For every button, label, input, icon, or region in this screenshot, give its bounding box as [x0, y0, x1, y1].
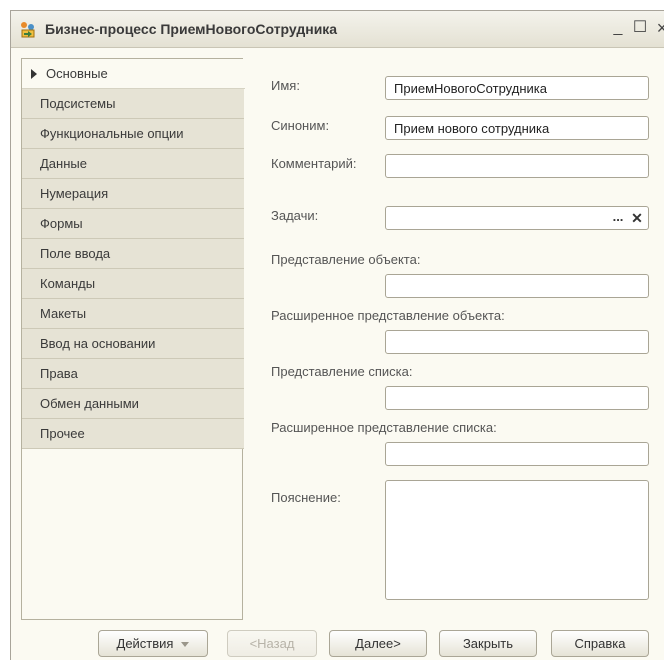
- back-button[interactable]: <Назад: [227, 630, 317, 657]
- help-button[interactable]: Справка: [551, 630, 649, 657]
- name-input[interactable]: [385, 76, 649, 100]
- window-content: Основные Подсистемы Функциональные опции…: [11, 48, 664, 660]
- nav-item-rights[interactable]: Права: [22, 359, 244, 389]
- wizard-button-bar: Действия <Назад Далее> Закрыть Справка: [11, 624, 664, 660]
- explanation-label: Пояснение:: [271, 490, 341, 505]
- nav-item-label: Формы: [40, 216, 83, 231]
- nav-item-input-by-string[interactable]: Ввод на основании: [22, 329, 244, 359]
- nav-item-label: Прочее: [40, 426, 85, 441]
- nav-item-subsystems[interactable]: Подсистемы: [22, 89, 244, 119]
- name-label: Имя:: [271, 78, 300, 93]
- minimize-button[interactable]: _: [607, 17, 629, 39]
- nav-item-label: Ввод на основании: [40, 336, 156, 351]
- nav-item-commands[interactable]: Команды: [22, 269, 244, 299]
- window-title: Бизнес-процесс ПриемНовогоСотрудника: [45, 21, 338, 37]
- tasks-field: ... ✕: [385, 206, 649, 230]
- tasks-input[interactable]: [386, 207, 604, 229]
- actions-dropdown-button[interactable]: Действия: [98, 630, 208, 657]
- nav-item-input-field[interactable]: Поле ввода: [22, 239, 244, 269]
- main-properties-form: Имя: Синоним: Комментарий: Задачи: ... ✕…: [243, 58, 664, 620]
- nav-item-label: Нумерация: [40, 186, 109, 201]
- business-process-icon: [21, 22, 35, 38]
- ext-object-presentation-label: Расширенное представление объекта:: [271, 308, 505, 323]
- clear-icon[interactable]: ✕: [628, 208, 646, 228]
- nav-item-numbering[interactable]: Нумерация: [22, 179, 244, 209]
- active-arrow-icon: [31, 69, 37, 79]
- nav-item-other[interactable]: Прочее: [22, 419, 244, 449]
- ext-list-presentation-input[interactable]: [385, 442, 649, 466]
- close-button[interactable]: Закрыть: [439, 630, 537, 657]
- comment-label: Комментарий:: [271, 156, 357, 171]
- nav-item-functional-options[interactable]: Функциональные опции: [22, 119, 244, 149]
- nav-item-label: Подсистемы: [40, 96, 116, 111]
- comment-input[interactable]: [385, 154, 649, 178]
- explanation-textarea[interactable]: [385, 480, 649, 600]
- ext-object-presentation-input[interactable]: [385, 330, 649, 354]
- nav-item-data-exchange[interactable]: Обмен данными: [22, 389, 244, 419]
- next-button[interactable]: Далее>: [329, 630, 427, 657]
- designer-window: Бизнес-процесс ПриемНовогоСотрудника _ ☐…: [10, 10, 664, 660]
- object-presentation-input[interactable]: [385, 274, 649, 298]
- select-button[interactable]: ...: [608, 208, 628, 228]
- title-bar[interactable]: Бизнес-процесс ПриемНовогоСотрудника _ ☐…: [11, 11, 664, 48]
- list-presentation-label: Представление списка:: [271, 364, 413, 379]
- maximize-button[interactable]: ☐: [629, 17, 651, 39]
- ext-list-presentation-label: Расширенное представление списка:: [271, 420, 497, 435]
- nav-item-main[interactable]: Основные: [22, 59, 245, 89]
- nav-item-label: Права: [40, 366, 78, 381]
- nav-item-label: Основные: [46, 66, 108, 81]
- chevron-down-icon: [181, 642, 190, 648]
- actions-label: Действия: [116, 636, 174, 651]
- nav-item-label: Команды: [40, 276, 96, 291]
- tasks-label: Задачи:: [271, 208, 319, 223]
- close-window-button[interactable]: ×: [651, 17, 664, 39]
- nav-item-label: Функциональные опции: [40, 126, 184, 141]
- object-presentation-label: Представление объекта:: [271, 252, 421, 267]
- nav-item-label: Обмен данными: [40, 396, 139, 411]
- synonym-label: Синоним:: [271, 118, 330, 133]
- nav-item-templates[interactable]: Макеты: [22, 299, 244, 329]
- nav-item-label: Макеты: [40, 306, 87, 321]
- section-navigation: Основные Подсистемы Функциональные опции…: [21, 58, 245, 620]
- list-presentation-input[interactable]: [385, 386, 649, 410]
- nav-item-forms[interactable]: Формы: [22, 209, 244, 239]
- nav-item-label: Поле ввода: [40, 246, 111, 261]
- synonym-input[interactable]: [385, 116, 649, 140]
- nav-item-label: Данные: [40, 156, 87, 171]
- nav-item-data[interactable]: Данные: [22, 149, 244, 179]
